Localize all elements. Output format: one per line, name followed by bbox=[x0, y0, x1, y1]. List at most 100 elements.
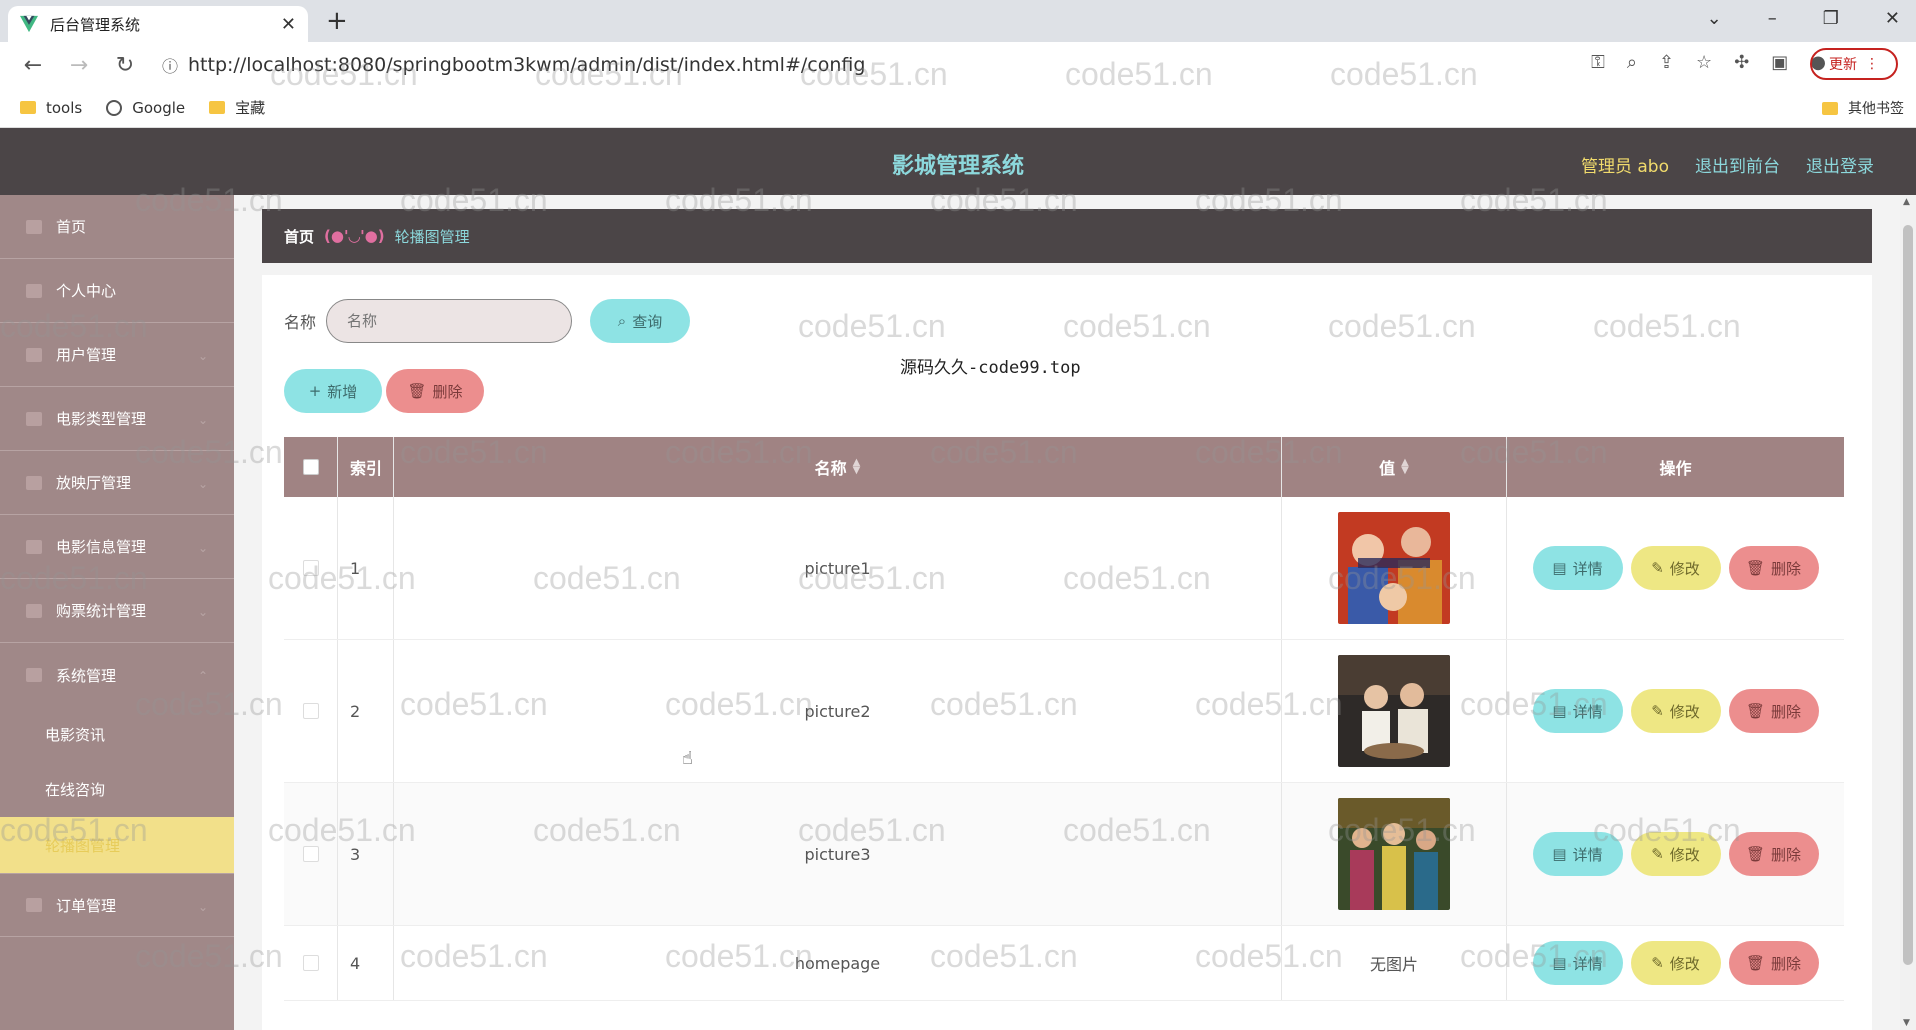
browser-tab[interactable]: 后台管理系统 ✕ bbox=[8, 6, 308, 42]
user-icon bbox=[26, 898, 42, 912]
sidebar-item-ticket-stats[interactable]: 购票统计管理 ⌄ bbox=[0, 579, 234, 643]
header-index: 索引 bbox=[338, 437, 394, 497]
close-window-icon[interactable]: ✕ bbox=[1885, 8, 1900, 29]
bookmark-treasure[interactable]: 宝藏 bbox=[209, 97, 265, 118]
logout-link[interactable]: 退出登录 bbox=[1806, 152, 1874, 177]
window-controls: ⌄ – ❐ ✕ bbox=[1707, 8, 1900, 29]
select-all-checkbox[interactable] bbox=[302, 459, 319, 475]
edit-button[interactable]: ✎ 修改 bbox=[1630, 941, 1721, 985]
breadcrumb-home[interactable]: 首页 bbox=[284, 226, 314, 247]
detail-button[interactable]: ▤ 详情 bbox=[1532, 941, 1623, 985]
edit-icon: ✎ bbox=[1651, 702, 1664, 720]
page-scrollbar[interactable]: ▲ ▼ bbox=[1900, 195, 1916, 1030]
app-header: 影城管理系统 管理员 abo 退出到前台 退出登录 bbox=[0, 128, 1916, 195]
sidebar-subitem-carousel[interactable]: 轮播图管理 bbox=[0, 817, 234, 873]
forward-icon[interactable]: → bbox=[66, 53, 92, 78]
sidebar-item-halls[interactable]: 放映厅管理 ⌄ bbox=[0, 451, 234, 515]
table-header: 索引 名称 ▲ ▼ 值 ▲ ▼ 操作 bbox=[284, 437, 1844, 497]
info-icon[interactable]: ⓘ bbox=[162, 53, 178, 77]
folder-icon bbox=[20, 101, 36, 114]
menu-icon bbox=[26, 668, 42, 682]
document-icon: ▤ bbox=[1552, 702, 1567, 720]
detail-button[interactable]: ▤ 详情 bbox=[1532, 689, 1623, 733]
star-icon[interactable]: ☆ bbox=[1696, 52, 1712, 73]
close-tab-icon[interactable]: ✕ bbox=[281, 14, 296, 35]
row-checkbox[interactable] bbox=[302, 703, 319, 719]
breadcrumb: 首页 (●'◡'●) 轮播图管理 bbox=[262, 209, 1872, 263]
query-button[interactable]: ⌕ 查询 bbox=[590, 299, 691, 343]
detail-button[interactable]: ▤ 详情 bbox=[1532, 546, 1623, 590]
delete-button[interactable]: 🗑 删除 bbox=[1728, 689, 1819, 733]
sidebar-item-home[interactable]: 首页 bbox=[0, 195, 234, 259]
header-name[interactable]: 名称 ▲ ▼ bbox=[394, 437, 1282, 497]
delete-button[interactable]: 🗑 删除 bbox=[1728, 546, 1819, 590]
sidebar-subitem-consult[interactable]: 在线咨询 bbox=[0, 762, 234, 817]
delete-button[interactable]: 🗑 删除 bbox=[1728, 832, 1819, 876]
edit-button[interactable]: ✎ 修改 bbox=[1630, 689, 1721, 733]
batch-delete-button[interactable]: 🗑 删除 bbox=[386, 369, 484, 413]
new-tab-icon[interactable]: + bbox=[326, 6, 348, 36]
browser-tabbar: 后台管理系统 ✕ + ⌄ – ❐ ✕ bbox=[0, 0, 1916, 42]
restore-icon[interactable]: ❐ bbox=[1823, 8, 1839, 29]
bookmark-google[interactable]: Google bbox=[106, 99, 185, 117]
row-name: picture3 bbox=[394, 783, 1282, 925]
menu-icon bbox=[26, 539, 42, 554]
row-checkbox[interactable] bbox=[302, 560, 319, 576]
toolbar-icons: ⚿ ⌕ ⇪ ☆ ✣ ▣ ● bbox=[1591, 52, 1826, 73]
sidebar-item-movies[interactable]: 电影信息管理 ⌄ bbox=[0, 515, 234, 579]
extensions-icon[interactable]: ✣ bbox=[1734, 52, 1749, 73]
url-text[interactable]: http://localhost:8080/springbootm3kwm/ad… bbox=[188, 54, 865, 76]
detail-button[interactable]: ▤ 详情 bbox=[1532, 832, 1623, 876]
exit-to-front-link[interactable]: 退出到前台 bbox=[1695, 152, 1780, 177]
row-checkbox[interactable] bbox=[302, 955, 319, 971]
header-links: 管理员 abo 退出到前台 退出登录 bbox=[1581, 152, 1874, 177]
key-icon[interactable]: ⚿ bbox=[1591, 52, 1605, 73]
sidebar-item-profile[interactable]: 个人中心 bbox=[0, 259, 234, 323]
row-index: 2 bbox=[338, 640, 394, 782]
row-name: homepage bbox=[394, 926, 1282, 1000]
reload-icon[interactable]: ↻ bbox=[112, 53, 138, 78]
row-name: picture2 bbox=[394, 640, 1282, 782]
folder-icon bbox=[1822, 101, 1838, 115]
bookmark-tools[interactable]: tools bbox=[20, 99, 82, 117]
sort-icon[interactable]: ▲ ▼ bbox=[853, 458, 861, 476]
scroll-down-icon[interactable]: ▼ bbox=[1903, 1018, 1910, 1028]
header-value[interactable]: 值 ▲ ▼ bbox=[1282, 437, 1507, 497]
back-icon[interactable]: ← bbox=[20, 53, 46, 78]
add-button[interactable]: + 新增 bbox=[284, 369, 382, 413]
share-icon[interactable]: ⇪ bbox=[1659, 52, 1674, 73]
sidebar-item-system[interactable]: 系统管理 ⌃ bbox=[0, 643, 234, 707]
sort-icon[interactable]: ▲ ▼ bbox=[1401, 458, 1409, 476]
other-bookmarks[interactable]: 其他书签 bbox=[1822, 98, 1904, 118]
chevron-down-icon: ⌄ bbox=[197, 477, 208, 491]
chevron-down-icon: ⌄ bbox=[197, 413, 208, 427]
scroll-up-icon[interactable]: ▲ bbox=[1903, 197, 1910, 207]
row-checkbox[interactable] bbox=[302, 846, 319, 862]
table-row: 4 homepage 无图片 ▤ 详情 ✎ 修改 🗑 删除 bbox=[284, 926, 1844, 1001]
chevron-down-icon: ⌄ bbox=[197, 605, 208, 619]
sidebar-subitem-news[interactable]: 电影资讯 bbox=[0, 707, 234, 762]
edit-button[interactable]: ✎ 修改 bbox=[1630, 832, 1721, 876]
table-row: 2 picture2 ▤ 详情 ✎ 修改 🗑 删除 bbox=[284, 640, 1844, 783]
folder-icon bbox=[209, 101, 226, 114]
sidebar-item-orders[interactable]: 订单管理 ⌄ bbox=[0, 873, 234, 937]
edit-icon: ✎ bbox=[1651, 845, 1664, 863]
sidepanel-icon[interactable]: ▣ bbox=[1771, 52, 1788, 73]
sidebar-item-movie-types[interactable]: 电影类型管理 ⌄ bbox=[0, 387, 234, 451]
minimize-icon[interactable]: – bbox=[1768, 8, 1777, 29]
delete-button[interactable]: 🗑 删除 bbox=[1728, 941, 1819, 985]
breadcrumb-current: 轮播图管理 bbox=[394, 227, 470, 246]
zoom-icon[interactable]: ⌕ bbox=[1627, 52, 1637, 73]
edit-button[interactable]: ✎ 修改 bbox=[1630, 546, 1721, 590]
header-ops: 操作 bbox=[1659, 459, 1692, 478]
overlay-watermark-text: 源码久久-code99.top bbox=[900, 358, 1081, 378]
search-input[interactable] bbox=[326, 299, 573, 343]
sidebar-item-users[interactable]: 用户管理 ⌄ bbox=[0, 323, 234, 387]
scroll-thumb[interactable] bbox=[1903, 225, 1913, 965]
config-table: 索引 名称 ▲ ▼ 值 ▲ ▼ 操作 1 picture1 ▤ 详情 ✎ 修改 … bbox=[284, 437, 1844, 1001]
chevron-down-icon[interactable]: ⌄ bbox=[1707, 8, 1722, 29]
browser-toolbar: ← → ↻ ⓘ http://localhost:8080/springboot… bbox=[0, 42, 1916, 88]
bookmarks-bar: tools Google 宝藏 其他书签 bbox=[0, 88, 1916, 128]
address-bar[interactable]: ⓘ http://localhost:8080/springbootm3kwm/… bbox=[162, 53, 865, 77]
update-button[interactable]: 更新 ⋮ bbox=[1810, 48, 1898, 80]
